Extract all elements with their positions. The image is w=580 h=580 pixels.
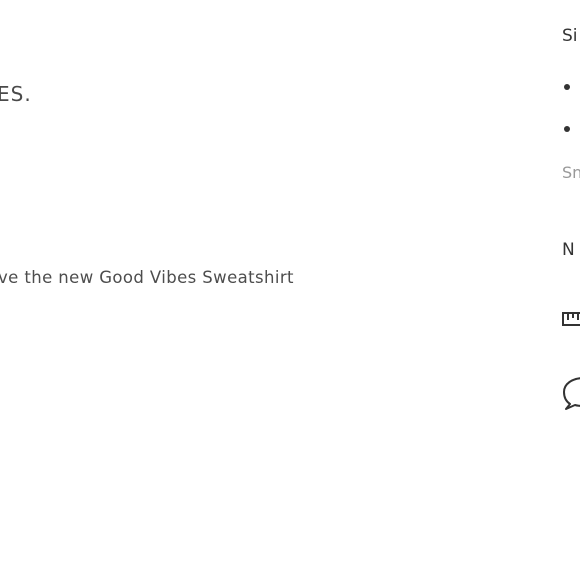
size-option-bullet[interactable]	[564, 126, 570, 132]
product-description: ve the new Good Vibes Sweatshirt	[0, 268, 294, 287]
product-sidebar: Si Sn N	[562, 0, 580, 580]
size-section-title: Si	[562, 26, 578, 46]
chat-icon[interactable]	[562, 374, 580, 410]
ruler-icon[interactable]	[562, 311, 580, 327]
product-details: ES. ve the new Good Vibes Sweatshirt	[0, 0, 545, 580]
size-option-bullet[interactable]	[564, 84, 570, 90]
notes-section-title: N	[562, 240, 575, 260]
size-guide-link[interactable]: Sn	[562, 163, 580, 182]
product-title: ES.	[0, 82, 32, 106]
